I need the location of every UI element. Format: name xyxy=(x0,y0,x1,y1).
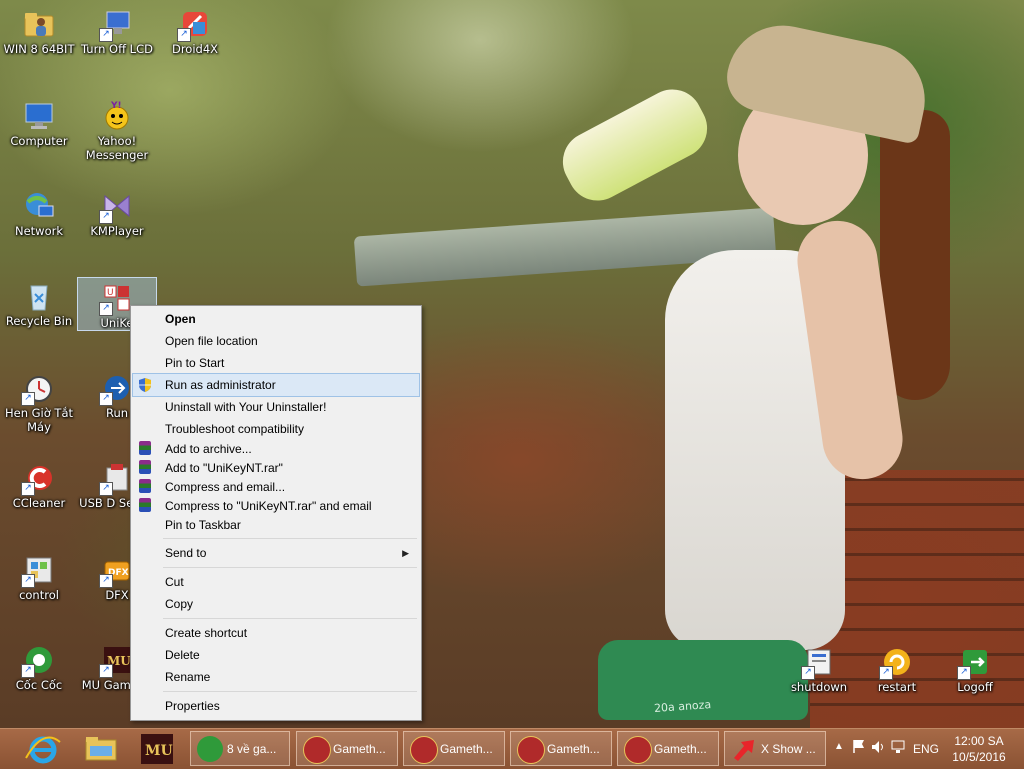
xshow-icon xyxy=(731,736,757,762)
menu-item-troubleshoot[interactable]: Troubleshoot compatibility xyxy=(133,418,419,440)
run-icon: ↗ xyxy=(99,372,133,406)
menu-item-open[interactable]: Open xyxy=(133,308,419,330)
desktop-icon-hen-gio[interactable]: ↗ Hen Giờ Tắt Máy xyxy=(0,368,78,434)
usb-security-icon: ↗ xyxy=(99,462,133,496)
menu-item-uninstall[interactable]: Uninstall with Your Uninstaller! xyxy=(133,396,419,418)
alarm-clock-icon: ↗ xyxy=(21,372,55,406)
dfx-icon: DFX ↗ xyxy=(99,554,133,588)
taskbar-button-coccoc[interactable]: 8 về ga... xyxy=(190,731,290,766)
desktop-icon-shutdown[interactable]: ↗ shutdown xyxy=(780,642,858,694)
taskbar-button-gametheater-4[interactable]: Gameth... xyxy=(617,731,719,766)
taskbar-pin-mu[interactable]: MU xyxy=(132,732,182,766)
menu-item-add-to-rar[interactable]: Add to "UniKeyNT.rar" xyxy=(133,459,419,478)
menu-item-compress-and-email[interactable]: Compress and email... xyxy=(133,478,419,497)
menu-item-create-shortcut[interactable]: Create shortcut xyxy=(133,622,419,644)
desktop-icon-control[interactable]: ↗ control xyxy=(0,550,78,602)
taskbar-button-gametheater-3[interactable]: Gameth... xyxy=(510,731,612,766)
menu-separator xyxy=(163,538,417,539)
menu-item-rename[interactable]: Rename xyxy=(133,666,419,688)
desktop-icon-computer[interactable]: Computer xyxy=(0,96,78,148)
menu-item-properties[interactable]: Properties xyxy=(133,695,419,717)
mu-game-icon: MU ↗ xyxy=(99,644,133,678)
restart-icon: ↗ xyxy=(879,646,913,680)
desktop-icon-yahoo[interactable]: Y! Yahoo! Messenger xyxy=(78,96,156,162)
winrar-icon xyxy=(139,460,151,474)
winrar-icon xyxy=(139,441,151,455)
winrar-icon xyxy=(139,498,151,512)
mu-game-icon xyxy=(303,736,331,764)
recycle-bin-icon xyxy=(23,280,55,312)
droid4x-icon: ↗ xyxy=(177,8,211,42)
mu-game-icon: MU xyxy=(141,734,173,764)
desktop-icon-ccleaner[interactable]: ↗ CCleaner xyxy=(0,458,78,510)
coccoc-icon xyxy=(197,736,223,762)
show-hidden-icons-chevron-icon[interactable]: ▲ xyxy=(834,741,844,752)
desktop-icon-turn-off-lcd[interactable]: ↗ Turn Off LCD xyxy=(78,4,156,56)
desktop-icon-kmplayer[interactable]: ↗ KMPlayer xyxy=(78,186,156,238)
menu-item-open-file-location[interactable]: Open file location xyxy=(133,330,419,352)
svg-text:Y!: Y! xyxy=(110,101,122,111)
network-icon xyxy=(23,190,55,222)
menu-item-send-to[interactable]: Send to ▶ xyxy=(133,542,419,564)
menu-item-compress-to-rar-and-email[interactable]: Compress to "UniKeyNT.rar" and email xyxy=(133,497,419,516)
system-tray-icons: ▲ xyxy=(832,729,912,769)
menu-item-pin-to-start[interactable]: Pin to Start xyxy=(133,352,419,374)
context-menu[interactable]: Open Open file location Pin to Start Run… xyxy=(130,305,422,721)
taskbar-pin-internet-explorer[interactable] xyxy=(18,732,68,766)
mu-game-icon xyxy=(517,736,545,764)
desktop-icon-network[interactable]: Network xyxy=(0,186,78,238)
internet-explorer-icon xyxy=(25,736,61,764)
yahoo-messenger-icon: Y! xyxy=(101,100,133,132)
clock-date: 10/5/2016 xyxy=(952,750,1006,764)
taskbar-button-gametheater-2[interactable]: Gameth... xyxy=(403,731,505,766)
file-explorer-icon xyxy=(85,737,117,761)
taskbar-button-xshow[interactable]: X Show ... xyxy=(724,731,826,766)
network-tray-icon[interactable] xyxy=(890,739,906,758)
logoff-icon: ↗ xyxy=(957,646,991,680)
desktop-icon-coccoc[interactable]: ↗ Cốc Cốc xyxy=(0,640,78,692)
unikey-icon: U ↗ xyxy=(99,282,133,316)
shutdown-icon: ↗ xyxy=(801,646,835,680)
menu-item-copy[interactable]: Copy xyxy=(133,593,419,615)
taskbar-button-gametheater-1[interactable]: Gameth... xyxy=(296,731,398,766)
folder-user-icon xyxy=(23,8,55,40)
menu-item-delete[interactable]: Delete xyxy=(133,644,419,666)
volume-icon[interactable] xyxy=(870,739,886,758)
menu-separator xyxy=(163,618,417,619)
wallpaper-can xyxy=(552,78,718,212)
monitor-shortcut-icon: ↗ xyxy=(99,8,133,42)
desktop-icon-restart[interactable]: ↗ restart xyxy=(858,642,936,694)
menu-item-run-as-administrator[interactable]: Run as administrator xyxy=(132,373,420,397)
coccoc-icon: ↗ xyxy=(21,644,55,678)
menu-item-pin-to-taskbar[interactable]: Pin to Taskbar xyxy=(133,516,419,535)
clock-time: 12:00 SA xyxy=(954,734,1004,748)
submenu-arrow-icon: ▶ xyxy=(402,548,409,558)
ccleaner-icon: ↗ xyxy=(21,462,55,496)
taskbar-pin-file-explorer[interactable] xyxy=(76,732,126,766)
menu-separator xyxy=(163,691,417,692)
input-language[interactable]: ENG xyxy=(908,729,944,769)
desktop-icon-recycle-bin[interactable]: Recycle Bin xyxy=(0,276,78,328)
mu-game-icon xyxy=(410,736,438,764)
winrar-icon xyxy=(139,479,151,493)
clock[interactable]: 12:00 SA 10/5/2016 xyxy=(944,729,1014,769)
desktop-icon-win8[interactable]: WIN 8 64BIT xyxy=(0,4,78,56)
desktop-icon-droid4x[interactable]: ↗ Droid4X xyxy=(156,4,234,56)
uac-shield-icon xyxy=(137,377,153,393)
computer-icon xyxy=(23,100,55,132)
svg-text:U: U xyxy=(107,288,114,298)
kmplayer-icon: ↗ xyxy=(99,190,133,224)
control-panel-icon: ↗ xyxy=(21,554,55,588)
svg-text:MU: MU xyxy=(145,743,173,759)
menu-item-cut[interactable]: Cut xyxy=(133,571,419,593)
taskbar[interactable]: MU 8 về ga... Gameth... Gameth... Gameth… xyxy=(0,728,1024,769)
desktop[interactable]: 20a anoza WIN 8 64BIT Computer Network R… xyxy=(0,0,1024,728)
mu-game-icon xyxy=(624,736,652,764)
action-center-flag-icon[interactable] xyxy=(852,738,866,757)
desktop-icon-logoff[interactable]: ↗ Logoff xyxy=(936,642,1014,694)
menu-separator xyxy=(163,567,417,568)
menu-item-add-to-archive[interactable]: Add to archive... xyxy=(133,440,419,459)
